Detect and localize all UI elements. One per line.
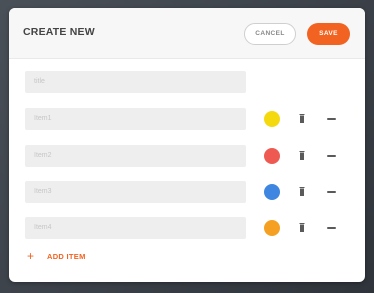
- create-new-dialog: CREATE NEW CANCEL SAVE title Item1 Item2: [9, 8, 365, 282]
- item-input[interactable]: Item4: [25, 217, 246, 239]
- dialog-header: CREATE NEW CANCEL SAVE: [9, 8, 365, 59]
- item-input[interactable]: Item3: [25, 181, 246, 203]
- color-swatch[interactable]: [264, 184, 280, 200]
- color-swatch[interactable]: [264, 111, 280, 127]
- title-placeholder: title: [34, 78, 45, 85]
- save-button[interactable]: SAVE: [307, 23, 350, 45]
- drag-handle-icon[interactable]: [327, 227, 336, 229]
- title-input[interactable]: title: [25, 71, 246, 93]
- trash-icon[interactable]: [299, 151, 305, 160]
- plus-icon: +: [27, 249, 35, 263]
- drag-handle-icon[interactable]: [327, 118, 336, 120]
- item-row: Item4: [9, 217, 365, 239]
- color-swatch[interactable]: [264, 220, 280, 236]
- item-placeholder: Item4: [34, 224, 52, 231]
- trash-icon[interactable]: [299, 187, 305, 196]
- dialog-title: CREATE NEW: [23, 26, 95, 38]
- drag-handle-icon[interactable]: [327, 155, 336, 157]
- item-input[interactable]: Item2: [25, 145, 246, 167]
- item-row: Item2: [9, 145, 365, 167]
- item-input[interactable]: Item1: [25, 108, 246, 130]
- item-placeholder: Item3: [34, 188, 52, 195]
- background: CREATE NEW CANCEL SAVE title Item1 Item2: [0, 0, 374, 293]
- add-item-label: ADD ITEM: [47, 252, 86, 261]
- cancel-button[interactable]: CANCEL: [244, 23, 296, 45]
- drag-handle-icon[interactable]: [327, 191, 336, 193]
- item-placeholder: Item2: [34, 152, 52, 159]
- item-row: Item1: [9, 108, 365, 130]
- item-placeholder: Item1: [34, 115, 52, 122]
- color-swatch[interactable]: [264, 148, 280, 164]
- item-row: Item3: [9, 181, 365, 203]
- trash-icon[interactable]: [299, 223, 305, 232]
- trash-icon[interactable]: [299, 114, 305, 123]
